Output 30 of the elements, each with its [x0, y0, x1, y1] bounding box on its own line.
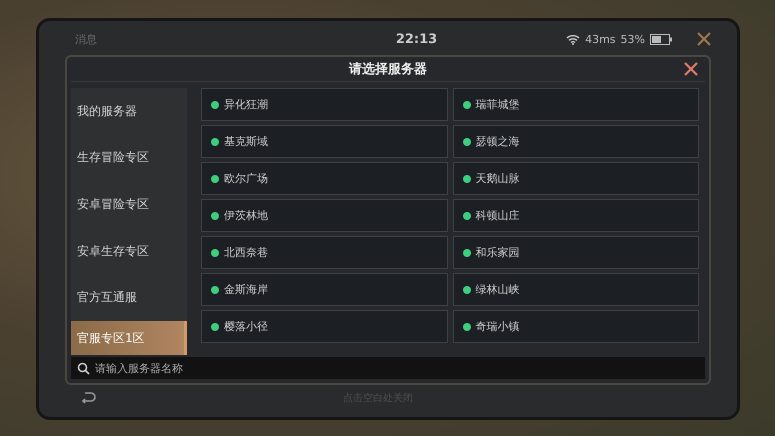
server-item[interactable]: 基克斯域 [201, 125, 448, 158]
back-icon[interactable] [81, 391, 97, 405]
close-icon[interactable] [683, 61, 699, 77]
category-tab[interactable]: 我的服务器 [71, 88, 187, 135]
server-item[interactable]: 和乐家园 [452, 236, 699, 269]
category-tab[interactable]: 官方互通服 [71, 274, 187, 322]
server-item[interactable]: 伊茨林地 [201, 199, 448, 232]
search-field[interactable]: 请输入服务器名称 [71, 357, 705, 379]
server-item[interactable]: 绿林山峡 [452, 273, 699, 306]
battery-label: 53% [620, 32, 645, 46]
server-item[interactable]: 樱落小径 [201, 310, 448, 343]
server-item[interactable]: 奇瑞小镇 [452, 310, 699, 343]
category-tab[interactable]: 安卓生存专区 [71, 228, 187, 275]
server-item[interactable]: 欧尔广场 [201, 162, 448, 195]
ping-label: 43ms [585, 32, 616, 46]
server-item[interactable]: 科顿山庄 [452, 199, 699, 232]
category-tab[interactable]: 安卓冒险专区 [71, 181, 187, 228]
category-tab[interactable]: 官服专区1区 [71, 321, 187, 355]
wifi-icon [566, 34, 580, 44]
server-item[interactable]: 异化狂潮 [201, 88, 448, 121]
server-item[interactable]: 瑞菲城堡 [452, 88, 699, 121]
server-item[interactable]: 金斯海岸 [201, 273, 448, 306]
battery-icon [650, 34, 672, 44]
server-item[interactable]: 天鹅山脉 [452, 162, 699, 195]
clock-time: 22:13 [396, 32, 438, 46]
server-item[interactable]: 北西奈巷 [201, 236, 448, 269]
close-icon[interactable] [696, 32, 711, 46]
category-tab[interactable]: 生存冒险专区 [71, 134, 187, 182]
dialog-title: 请选择服务器 [349, 61, 427, 78]
server-item[interactable]: 瑟顿之海 [452, 125, 699, 158]
